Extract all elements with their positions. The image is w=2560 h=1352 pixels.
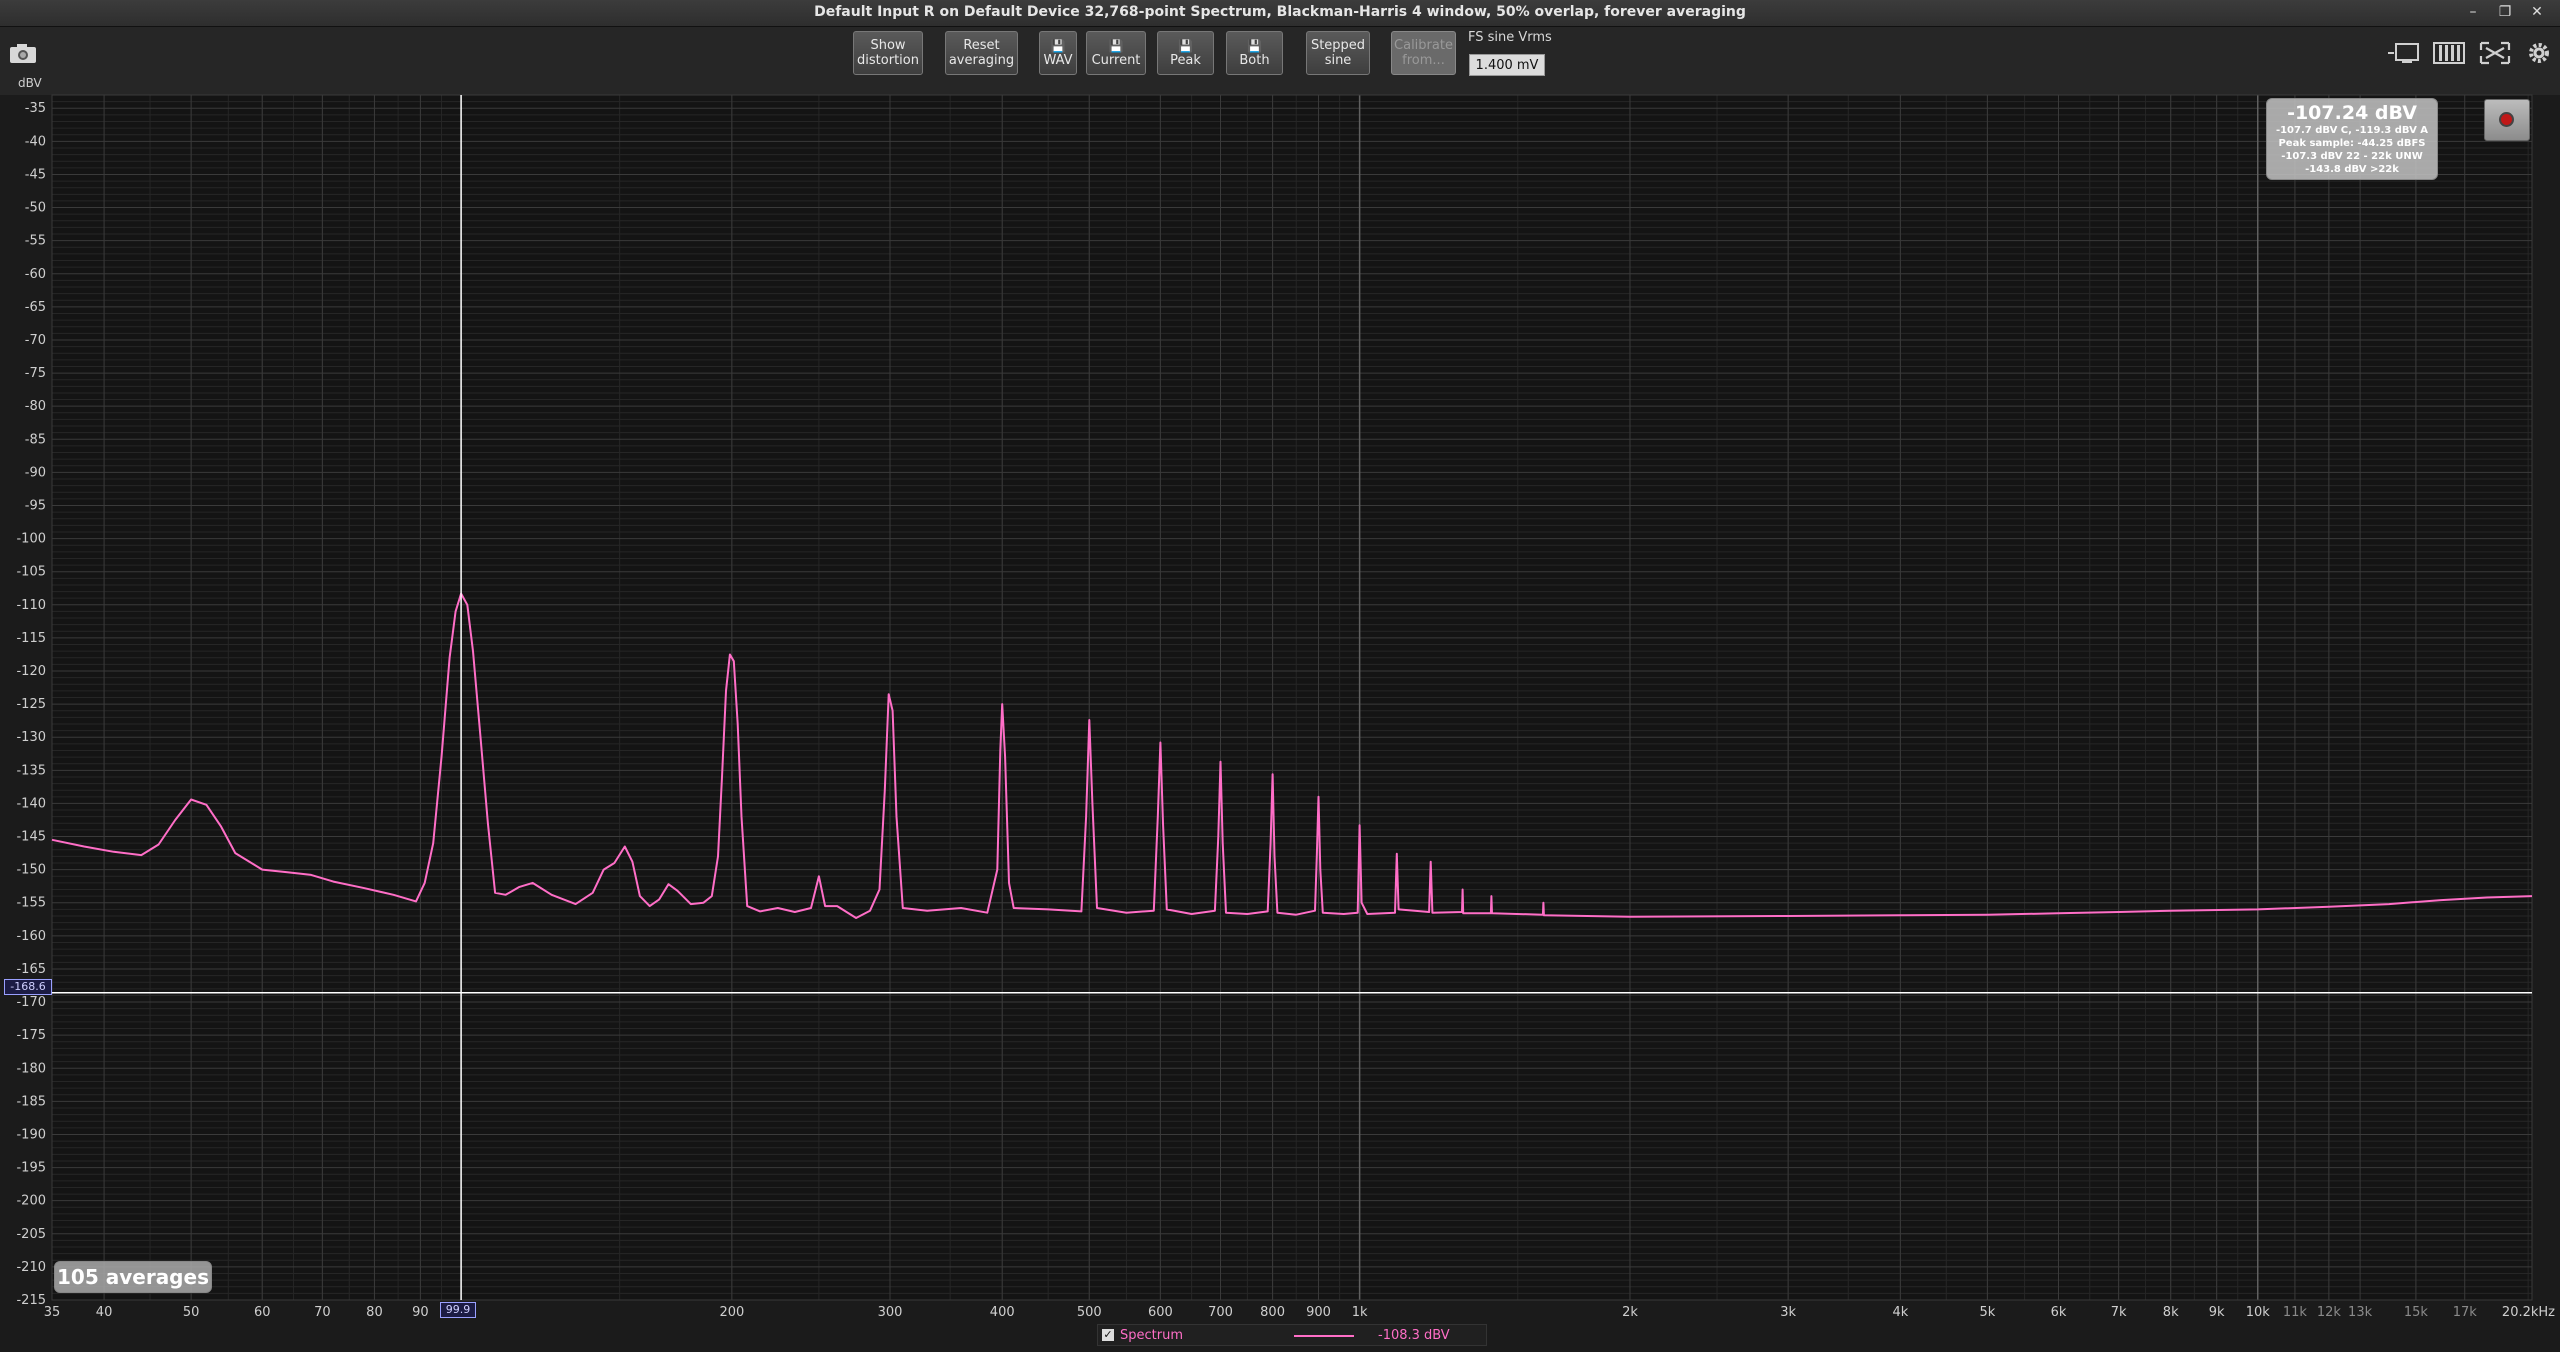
x-tick-label: 300	[878, 1305, 903, 1320]
y-tick-label: -140	[16, 796, 46, 811]
y-tick-label: -90	[25, 465, 46, 480]
x-tick-label: 13k	[2348, 1305, 2373, 1320]
y-tick-label: -195	[16, 1161, 46, 1176]
y-tick-label: -130	[16, 730, 46, 745]
x-tick-label: 4k	[1892, 1305, 1908, 1320]
y-tick-label: -55	[25, 234, 46, 249]
x-tick-label: 6k	[2051, 1305, 2067, 1320]
readout-weighted: -107.7 dBV C, -119.3 dBV A	[2275, 125, 2429, 136]
y-tick-label: -65	[25, 300, 46, 315]
y-tick-label: -80	[25, 399, 46, 414]
y-tick-label: -160	[16, 929, 46, 944]
y-tick-label: -60	[25, 267, 46, 282]
readout-unweighted: -107.3 dBV 22 - 22k UNW	[2281, 151, 2423, 162]
x-tick-label: 1k	[1352, 1305, 1368, 1320]
y-tick-label: -170	[16, 995, 46, 1010]
x-tick-label: 17k	[2453, 1305, 2478, 1320]
y-tick-label: -100	[16, 532, 46, 547]
readout-main-value: -107.24 dBV	[2287, 102, 2417, 124]
y-tick-label: -190	[16, 1127, 46, 1142]
y-tick-label: -115	[16, 631, 46, 646]
readout-peak-sample: Peak sample: -44.25 dBFS	[2278, 138, 2426, 149]
x-tick-label: 20.2kHz	[2502, 1305, 2555, 1320]
y-tick-label: -185	[16, 1094, 46, 1109]
x-tick-label: 40	[96, 1305, 113, 1320]
x-tick-label: 600	[1148, 1305, 1173, 1320]
y-tick-label: -165	[16, 962, 46, 977]
x-tick-label: 15k	[2404, 1305, 2429, 1320]
legend-checkbox[interactable]: ✓	[1102, 1329, 1114, 1341]
y-tick-label: -75	[25, 366, 46, 381]
x-tick-label: 11k	[2283, 1305, 2308, 1320]
averages-badge: 105 averages	[54, 1261, 212, 1293]
x-tick-label: 700	[1208, 1305, 1233, 1320]
y-tick-label: -125	[16, 697, 46, 712]
x-tick-label: 7k	[2111, 1305, 2127, 1320]
level-readout: -107.24 dBV -107.7 dBV C, -119.3 dBV A P…	[2266, 98, 2438, 180]
x-tick-label: 80	[366, 1305, 383, 1320]
x-tick-label: 2k	[1622, 1305, 1638, 1320]
y-tick-label: -180	[16, 1061, 46, 1076]
x-tick-label: 50	[183, 1305, 200, 1320]
x-tick-label: 800	[1260, 1305, 1285, 1320]
legend: ✓ Spectrum -108.3 dBV	[1097, 1324, 1487, 1346]
x-tick-label: 8k	[2163, 1305, 2179, 1320]
x-tick-label: 500	[1077, 1305, 1102, 1320]
y-tick-label: -110	[16, 598, 46, 613]
y-tick-label: -205	[16, 1227, 46, 1242]
legend-swatch	[1294, 1335, 1354, 1337]
x-tick-label: 70	[314, 1305, 331, 1320]
y-tick-label: -155	[16, 896, 46, 911]
y-tick-label: -145	[16, 830, 46, 845]
x-tick-label: 3k	[1780, 1305, 1796, 1320]
x-tick-label: 200	[719, 1305, 744, 1320]
x-tick-label: 5k	[1979, 1305, 1995, 1320]
y-tick-label: -95	[25, 498, 46, 513]
x-tick-label: 12k	[2317, 1305, 2342, 1320]
y-tick-label: -35	[25, 101, 46, 116]
y-tick-label: -135	[16, 763, 46, 778]
y-tick-label: -50	[25, 201, 46, 216]
y-tick-label: -40	[25, 134, 46, 149]
y-tick-label: -45	[25, 167, 46, 182]
legend-series-name: Spectrum	[1120, 1328, 1183, 1343]
record-icon	[2501, 114, 2512, 125]
spectrum-chart: -35 -40 -45 -50 -55 -60 -65 -70 -75 -80 -85 -90 -95 -…	[16, 94, 2555, 1320]
cursor-x-readout: 99.9	[440, 1302, 476, 1318]
x-tick-label: 90	[412, 1305, 429, 1320]
x-tick-label: 9k	[2209, 1305, 2225, 1320]
y-tick-label: -105	[16, 565, 46, 580]
y-tick-label: -200	[16, 1194, 46, 1209]
x-tick-label: 400	[990, 1305, 1015, 1320]
y-tick-label: -70	[25, 333, 46, 348]
x-tick-label: 60	[254, 1305, 271, 1320]
record-button[interactable]	[2484, 99, 2530, 141]
x-tick-label: 35	[44, 1305, 61, 1320]
y-tick-label: -215	[16, 1293, 46, 1308]
y-tick-label: -150	[16, 863, 46, 878]
readout-above-22k: -143.8 dBV >22k	[2305, 164, 2399, 175]
y-tick-label: -210	[16, 1260, 46, 1275]
cursor-y-readout: -168.6	[4, 979, 52, 995]
x-tick-label: 10k	[2246, 1305, 2271, 1320]
y-tick-label: -175	[16, 1028, 46, 1043]
x-tick-label: 900	[1306, 1305, 1331, 1320]
y-tick-label: -85	[25, 432, 46, 447]
legend-series-value: -108.3 dBV	[1378, 1328, 1450, 1343]
y-tick-label: -120	[16, 664, 46, 679]
